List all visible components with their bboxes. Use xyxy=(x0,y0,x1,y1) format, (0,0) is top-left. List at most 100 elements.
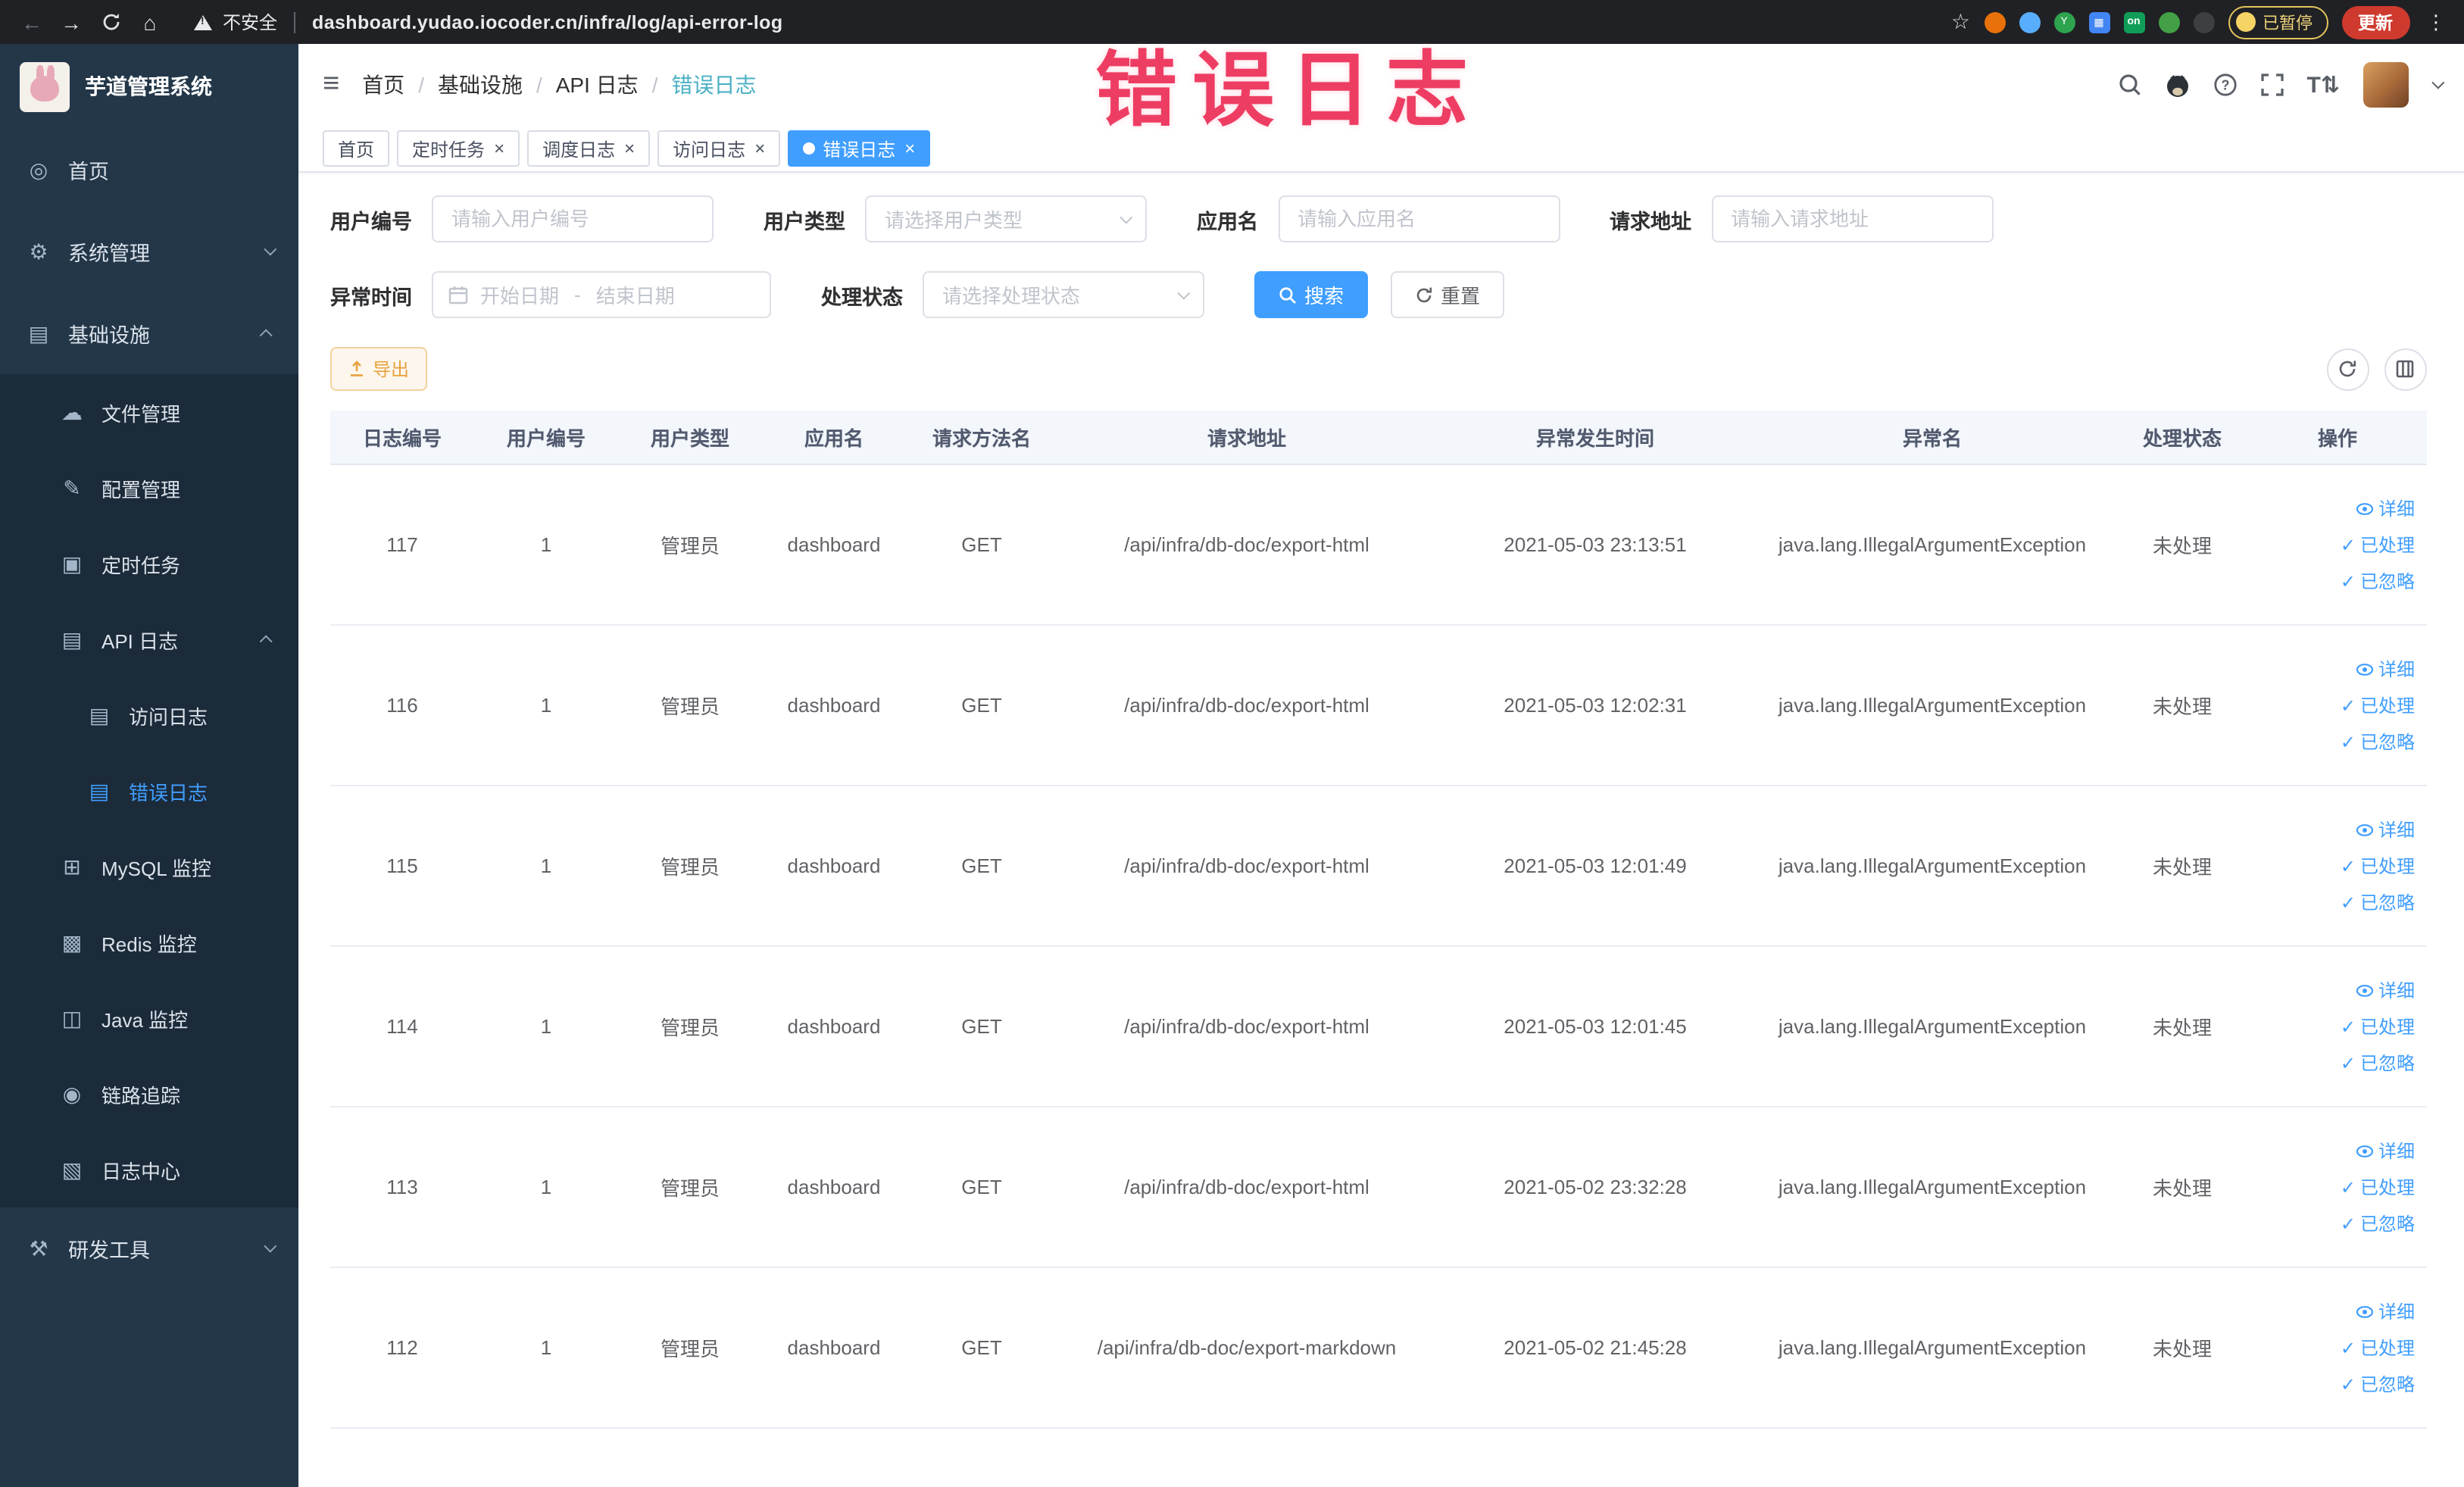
paused-badge[interactable]: 已暂停 xyxy=(2228,5,2328,39)
date-range-picker[interactable]: 开始日期 - 结束日期 xyxy=(432,271,771,318)
sidebar-item-error-log[interactable]: ▤ 错误日志 xyxy=(0,753,298,829)
sidebar-item-scheduled-jobs[interactable]: ▣ 定时任务 xyxy=(0,526,298,601)
app-logo[interactable]: 芋道管理系统 xyxy=(0,44,298,129)
request-url-input[interactable] xyxy=(1711,195,1993,242)
detail-link[interactable]: 详细 xyxy=(2356,1298,2415,1324)
close-icon[interactable]: × xyxy=(624,139,635,158)
extension-icon-leaf[interactable] xyxy=(2158,11,2179,33)
extension-icon-grid[interactable]: ▦ xyxy=(2088,11,2110,33)
detail-link[interactable]: 详细 xyxy=(2356,1138,2415,1164)
sidebar-item-mysql-monitor[interactable]: ⊞ MySQL 监控 xyxy=(0,829,298,904)
cell-exception: java.lang.IllegalArgumentException xyxy=(1778,1336,2087,1359)
extension-icon-green-circle[interactable]: Y xyxy=(2053,11,2075,33)
sidebar-item-config-mgmt[interactable]: ✎ 配置管理 xyxy=(0,450,298,526)
font-size-icon[interactable]: T⇅ xyxy=(2307,71,2340,98)
close-icon[interactable]: × xyxy=(904,139,915,158)
tab-access-log[interactable]: 访问日志 × xyxy=(657,130,781,167)
mark-ignored-link[interactable]: ✓ 已忽略 xyxy=(2341,568,2415,594)
status-select[interactable]: 请选择处理状态 xyxy=(923,271,1204,318)
tab-error-log[interactable]: 错误日志 × xyxy=(788,130,931,167)
mark-processed-link[interactable]: ✓ 已处理 xyxy=(2341,532,2415,558)
address-bar[interactable]: 不安全 dashboard.yudao.iocoder.cn/infra/log… xyxy=(194,9,783,35)
sidebar-item-java-monitor[interactable]: ◫ Java 监控 xyxy=(0,980,298,1056)
check-icon: ✓ xyxy=(2340,1176,2356,1198)
cell-app-name: dashboard xyxy=(787,854,881,877)
sidebar-item-dev-tools[interactable]: ⚒ 研发工具 xyxy=(0,1207,298,1289)
extension-icon-on-badge[interactable]: on xyxy=(2123,11,2144,33)
mark-processed-link[interactable]: ✓ 已处理 xyxy=(2341,692,2415,718)
mark-processed-link[interactable]: ✓ 已处理 xyxy=(2341,1014,2415,1039)
search-icon xyxy=(1279,286,1296,303)
mark-ignored-link[interactable]: ✓ 已忽略 xyxy=(2341,1050,2415,1076)
sidebar-item-label: 配置管理 xyxy=(101,478,181,501)
app-name-input[interactable] xyxy=(1278,195,1560,242)
sidebar-item-infrastructure[interactable]: ▤ 基础设施 xyxy=(0,292,298,374)
detail-link[interactable]: 详细 xyxy=(2356,656,2415,682)
sidebar-item-redis-monitor[interactable]: ▩ Redis 监控 xyxy=(0,904,298,980)
breadcrumb-api-logs[interactable]: API 日志 xyxy=(556,70,639,100)
sidebar-item-api-logs[interactable]: ▤ API 日志 xyxy=(0,601,298,677)
breadcrumb-home[interactable]: 首页 xyxy=(362,70,404,100)
search-button[interactable]: 搜索 xyxy=(1254,271,1369,318)
fullscreen-icon[interactable] xyxy=(2260,73,2284,97)
reload-icon[interactable] xyxy=(94,5,127,39)
refresh-button[interactable] xyxy=(2326,348,2369,390)
extension-icon-orange[interactable] xyxy=(1984,11,2005,33)
tab-label: 调度日志 xyxy=(542,139,616,160)
mark-ignored-link[interactable]: ✓ 已忽略 xyxy=(2341,889,2415,915)
chevron-up-icon xyxy=(259,329,273,342)
help-icon[interactable]: ? xyxy=(2213,73,2238,97)
github-icon[interactable] xyxy=(2165,72,2191,98)
detail-link[interactable]: 详细 xyxy=(2356,495,2415,521)
sidebar-item-label: 错误日志 xyxy=(129,781,208,804)
close-icon[interactable]: × xyxy=(494,139,504,158)
mark-processed-link[interactable]: ✓ 已处理 xyxy=(2341,1174,2415,1200)
cell-log-id: 117 xyxy=(386,533,418,556)
cell-app-name: dashboard xyxy=(787,1336,881,1359)
cell-method: GET xyxy=(961,533,1002,556)
avatar-dropdown-icon[interactable] xyxy=(2431,76,2444,89)
sidebar-item-trace[interactable]: ◉ 链路追踪 xyxy=(0,1056,298,1132)
mark-ignored-link[interactable]: ✓ 已忽略 xyxy=(2341,1211,2415,1236)
extension-icon-paw[interactable] xyxy=(2193,11,2214,33)
tab-schedule-log[interactable]: 调度日志 × xyxy=(527,130,651,167)
mark-processed-link[interactable]: ✓ 已处理 xyxy=(2341,1335,2415,1360)
close-icon[interactable]: × xyxy=(754,139,765,158)
mark-ignored-link[interactable]: ✓ 已忽略 xyxy=(2341,1371,2415,1397)
extension-icon-blue-drop[interactable] xyxy=(2019,11,2040,33)
detail-link[interactable]: 详细 xyxy=(2356,977,2415,1003)
user-type-select[interactable]: 请选择用户类型 xyxy=(865,195,1147,242)
mark-processed-link[interactable]: ✓ 已处理 xyxy=(2341,853,2415,879)
sidebar-item-home[interactable]: ◎ 首页 xyxy=(0,129,298,211)
back-icon[interactable]: ← xyxy=(15,5,48,39)
table-row: 116 1 管理员 dashboard GET /api/infra/db-do… xyxy=(330,626,2426,786)
export-button[interactable]: 导出 xyxy=(330,347,428,391)
breadcrumb-infrastructure[interactable]: 基础设施 xyxy=(438,70,523,100)
sidebar-item-file-mgmt[interactable]: ☁ 文件管理 xyxy=(0,374,298,450)
search-icon[interactable] xyxy=(2118,73,2142,97)
sidebar-item-system-mgmt[interactable]: ⚙ 系统管理 xyxy=(0,211,298,292)
end-date-placeholder: 结束日期 xyxy=(595,285,675,308)
cell-request-url: /api/infra/db-doc/export-markdown xyxy=(1097,1336,1397,1359)
chevron-down-icon xyxy=(1177,286,1191,299)
mark-ignored-link[interactable]: ✓ 已忽略 xyxy=(2341,729,2415,754)
avatar[interactable] xyxy=(2363,62,2408,108)
sidebar-item-log-center[interactable]: ▧ 日志中心 xyxy=(0,1132,298,1207)
forward-icon[interactable]: → xyxy=(55,5,88,39)
browser-menu-icon[interactable]: ⋮ xyxy=(2423,10,2449,34)
eye-icon xyxy=(2356,984,2374,996)
bookmark-star-icon[interactable]: ☆ xyxy=(1951,9,1970,35)
user-id-input[interactable] xyxy=(432,195,714,242)
reset-button[interactable]: 重置 xyxy=(1391,271,1505,318)
sidebar-item-access-log[interactable]: ▤ 访问日志 xyxy=(0,677,298,753)
column-header: 日志编号 xyxy=(362,427,442,450)
column-settings-button[interactable] xyxy=(2384,348,2426,390)
tab-home[interactable]: 首页 xyxy=(323,130,390,167)
hamburger-icon[interactable]: ≡ xyxy=(323,68,339,102)
export-icon xyxy=(351,361,363,376)
update-button[interactable]: 更新 xyxy=(2341,5,2409,39)
detail-link[interactable]: 详细 xyxy=(2356,817,2415,842)
filter-request-url: 请求地址 xyxy=(1610,195,1993,242)
home-icon[interactable]: ⌂ xyxy=(133,5,167,39)
tab-scheduled-jobs[interactable]: 定时任务 × xyxy=(397,130,520,167)
